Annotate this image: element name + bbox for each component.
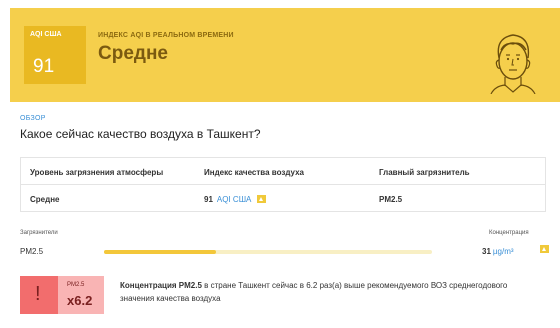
concentration-column-label: Концентрация xyxy=(489,230,529,236)
aqi-unit-label: AQI США xyxy=(30,31,62,38)
pollutant-concentration-value: 31 xyxy=(482,247,491,256)
air-quality-status: Средне xyxy=(98,43,168,64)
air-quality-summary-table: Уровень загрязнения атмосферы Индекс кач… xyxy=(20,157,546,212)
pollutant-concentration: 31 µg/m³ xyxy=(482,247,514,256)
pollutant-concentration-unit: µg/m³ xyxy=(492,247,514,256)
realtime-aqi-label: ИНДЕКС AQI В РЕАЛЬНОМ ВРЕМЕНИ xyxy=(98,32,234,39)
page-question-heading: Какое сейчас качество воздуха в Ташкент? xyxy=(20,127,261,141)
exceedance-description-bold: Концентрация PM2.5 xyxy=(120,281,202,290)
pollutant-level-bar xyxy=(104,250,432,254)
face-icon xyxy=(490,34,536,94)
table-aqi-value: 91 xyxy=(204,195,213,204)
pollutant-trend-up-icon xyxy=(540,245,549,253)
who-exceedance-badge: ! PM2.5 x6.2 xyxy=(20,276,104,314)
aqi-us-link[interactable]: AQI США xyxy=(217,195,251,204)
column-header-pollution-level: Уровень загрязнения атмосферы xyxy=(30,168,164,177)
exceedance-multiplier-box: PM2.5 x6.2 xyxy=(58,276,104,314)
overview-label: ОБЗОР xyxy=(20,115,46,122)
main-pollutant-value: PM2.5 xyxy=(379,195,403,204)
aqi-hero-banner: AQI США 91 ИНДЕКС AQI В РЕАЛЬНОМ ВРЕМЕНИ… xyxy=(10,8,560,102)
pollutant-level-bar-fill xyxy=(104,250,216,254)
pollution-level-value: Средне xyxy=(30,195,60,204)
exceedance-pollutant: PM2.5 xyxy=(67,282,85,288)
aqi-score-value: 91 xyxy=(33,56,55,77)
column-header-main-pollutant: Главный загрязнитель xyxy=(379,168,470,177)
aqi-score-box: AQI США 91 xyxy=(24,26,86,84)
pollutant-name: PM2.5 xyxy=(20,247,44,256)
warning-icon: ! xyxy=(20,276,58,314)
trend-up-icon xyxy=(257,195,267,203)
pollutants-column-label: Загрязнители xyxy=(20,230,58,236)
exceedance-multiplier: x6.2 xyxy=(67,293,93,308)
aqi-cell: 91 AQI США xyxy=(204,195,267,204)
column-header-aqi: Индекс качества воздуха xyxy=(204,168,304,177)
exceedance-description: Концентрация PM2.5 в стране Ташкент сейч… xyxy=(120,279,540,305)
